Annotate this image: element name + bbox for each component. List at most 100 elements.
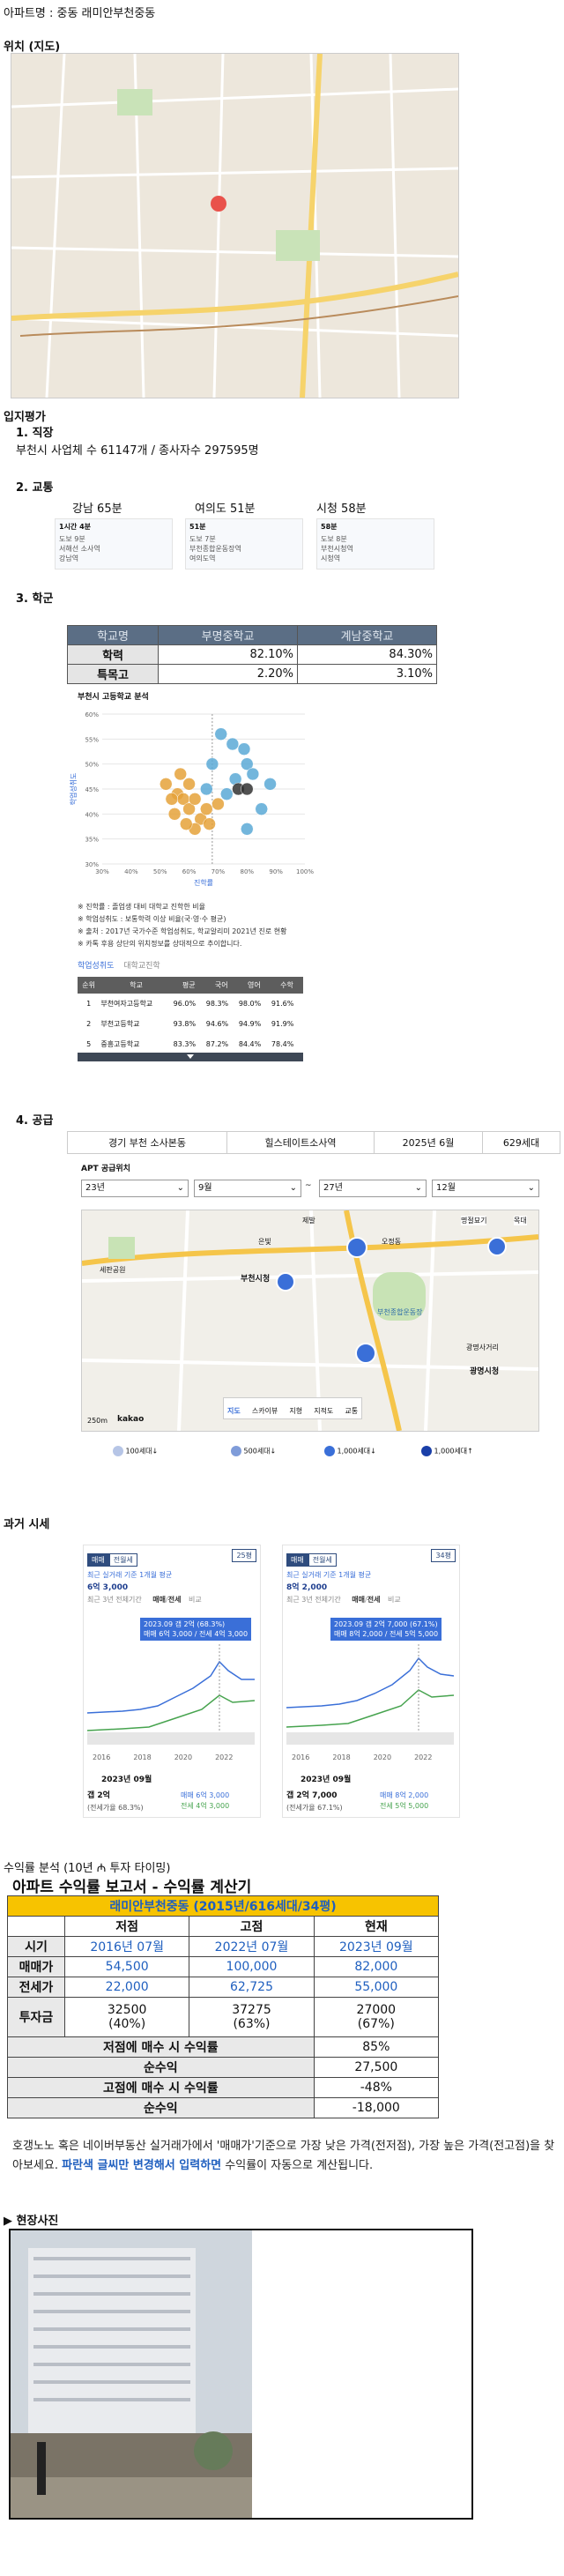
table-row: 2 부천고등학교 93.8% 94.6% 94.9% 91.9%	[86, 1020, 294, 1028]
traffic-heading: 2. 교통	[16, 481, 54, 495]
traffic-label-yeouido: 여의도 51분	[195, 503, 256, 516]
job-text: 부천시 사업체 수 61147개 / 종사자수 297595명	[16, 444, 259, 458]
scatter-point	[212, 797, 225, 811]
tab-cadastral[interactable]: 지적도	[314, 1407, 333, 1415]
y-tick-label: 30%	[85, 861, 99, 868]
supply-table: 경기 부천 소사본동 힐스테이트소사역 2025년 6월 629세대	[67, 1131, 561, 1154]
tab-achievement[interactable]: 학업성취도	[78, 962, 114, 971]
end-year-select[interactable]: 27년 ⌄	[319, 1180, 427, 1197]
pin-legend-icon	[231, 1446, 241, 1456]
x-tick-label: 60%	[182, 868, 197, 875]
price-tooltip: 2023.09 갭 2억 7,000 (67.1%) 매매 8억 2,000 /…	[330, 1618, 442, 1641]
price-value: 6억 3,000	[87, 1583, 129, 1592]
bottom-date[interactable]: 2023년 09월	[301, 1773, 351, 1784]
location-map[interactable]	[11, 53, 459, 398]
pin-icon[interactable]	[276, 1272, 295, 1292]
x-tick-label: 90%	[269, 868, 283, 875]
traffic-time: 1시간 4분	[59, 523, 91, 531]
tab-rent[interactable]: 전월세	[308, 1553, 337, 1567]
school-table-header: 학교명 부명중학교 계남중학교	[66, 625, 437, 645]
scatter-point	[241, 823, 254, 836]
pin-large-icon[interactable]	[346, 1237, 367, 1258]
chevron-down-icon: ⌄	[289, 1183, 297, 1193]
scatter-point	[200, 782, 213, 796]
y-tick-label: 35%	[85, 837, 99, 844]
return-heading: 수익률 분석 (10년 ₼ 투자 타이밍)	[4, 1862, 171, 1875]
pin-icon[interactable]	[487, 1237, 507, 1256]
table-row: 경기 부천 소사본동 힐스테이트소사역 2025년 6월 629세대	[67, 1131, 561, 1154]
tab-rent[interactable]: 전월세	[108, 1553, 137, 1567]
x-tick-label: 30%	[95, 868, 109, 875]
period-3y[interactable]: 최근 3년	[87, 1596, 114, 1604]
table-row: 학력 82.10% 84.30%	[66, 644, 437, 665]
start-month-select[interactable]: 9월 ⌄	[194, 1180, 301, 1197]
traffic-label-gangnam: 강남 65분	[72, 503, 122, 516]
tab-college[interactable]: 대학교진학	[123, 962, 160, 971]
period-3y[interactable]: 최근 3년	[286, 1596, 313, 1604]
highschool-table: 순위 학교 평균 국어 영어 수학 1 부천여자고등학교 96.0% 98.3%…	[78, 977, 303, 1054]
site-photo-frame	[9, 2229, 473, 2520]
size-select[interactable]: 34평	[431, 1549, 456, 1562]
scatter-point	[263, 778, 277, 791]
table-row: 순수익 -18,000	[7, 2097, 440, 2118]
school-heading: 3. 학군	[16, 592, 54, 606]
period-all[interactable]: 전체기간	[315, 1596, 340, 1604]
site-photo	[11, 2230, 252, 2518]
traffic-card-gangnam[interactable]: 1시간 4분 도보 9분 서해선 소사역 강남역	[55, 518, 173, 570]
return-description: 호갱노노 혹은 네이버부동산 실거래가에서 '매매가'기준으로 가장 낮은 가격…	[12, 2140, 555, 2172]
school-table: 학교명 부명중학교 계남중학교 학력 82.10% 84.30% 특목고 2.2…	[66, 625, 437, 684]
x-tick-label: 40%	[124, 868, 138, 875]
tab-map[interactable]: 지도	[227, 1407, 241, 1415]
table-row: 시기 2016년 07월 2022년 07월 2023년 09월	[7, 1936, 440, 1957]
y-tick-label: 45%	[85, 786, 99, 793]
pin-icon[interactable]	[355, 1343, 376, 1364]
photo-heading: ▶ 현장사진	[4, 2215, 59, 2228]
supply-heading: 4. 공급	[16, 1114, 54, 1128]
pin-legend-icon	[113, 1446, 123, 1456]
start-year-select[interactable]: 23년 ⌄	[81, 1180, 189, 1197]
traffic-card-yeouido[interactable]: 51분 도보 7분 부천종합운동장역 여의도역	[185, 518, 303, 570]
year-axis: 2016 2018 2020 2022	[292, 1753, 433, 1761]
tab-terrain[interactable]: 지형	[289, 1407, 302, 1415]
job-heading: 1. 직장	[16, 427, 54, 440]
location-eval-heading: 입지평가	[4, 411, 46, 424]
x-axis-label: 진학률	[194, 878, 213, 887]
tab-sale[interactable]: 매매	[87, 1553, 109, 1567]
chevron-down-icon: ⌄	[176, 1183, 184, 1193]
size-select[interactable]: 25평	[232, 1549, 256, 1562]
bottom-date[interactable]: 2023년 09월	[101, 1773, 152, 1784]
school-scatter-chart: 30% 35% 40% 45% 50% 55% 60% 30% 40% 50% 60% 70% 80% 9…	[69, 711, 314, 887]
report-title: 아파트 수익률 보고서 - 수익률 계산기	[12, 1879, 252, 1896]
traffic-label-cityhall: 시청 58분	[316, 503, 367, 516]
legend-500: 500세대↓	[231, 1446, 276, 1456]
y-tick-label: 60%	[85, 711, 99, 718]
chevron-down-icon	[187, 1054, 194, 1059]
chevron-down-icon: ⌄	[527, 1183, 535, 1193]
tab-skyview[interactable]: 스카이뷰	[252, 1407, 278, 1415]
y-tick-label: 55%	[85, 736, 99, 743]
price-card-34: 매매 전월세 34평 최근 실거래 기준 1개월 평균 8억 2,000 최근 3…	[282, 1545, 460, 1818]
x-tick-label: 50%	[153, 868, 167, 875]
tab-sale[interactable]: 매매	[286, 1553, 308, 1567]
range-tilde: ~	[305, 1181, 312, 1190]
scatter-point	[226, 737, 240, 751]
supply-map[interactable]: 명절묘기 목대 부천종합운동장 부천시청 광명사거리 세판공원 은빛 제발 광명…	[81, 1210, 539, 1432]
scatter-point	[214, 727, 227, 741]
tab-traffic[interactable]: 교통	[345, 1407, 358, 1415]
scatter-point	[205, 757, 219, 771]
chevron-down-icon: ⌄	[414, 1183, 422, 1193]
end-month-select[interactable]: 12월 ⌄	[432, 1180, 539, 1197]
scatter-point	[160, 778, 173, 791]
x-tick-label: 70%	[212, 868, 226, 875]
y-tick-label: 40%	[85, 811, 99, 818]
past-price-heading: 과거 시세	[4, 1518, 50, 1531]
period-all[interactable]: 전체기간	[115, 1596, 141, 1604]
school-chart-title: 부천시 고등학교 분석	[78, 693, 149, 702]
school-tabs: 학업성취도 대학교진학	[78, 959, 160, 971]
expand-bar[interactable]	[78, 1053, 303, 1061]
legend-1000-down: 1,000세대↓	[324, 1446, 376, 1456]
traffic-card-cityhall[interactable]: 58분 도보 8분 부천시청역 시청역	[316, 518, 434, 570]
scatter-point	[220, 787, 234, 800]
map-scale: 250m	[87, 1417, 108, 1425]
table-row: 고점에 매수 시 수익률 -48%	[7, 2077, 440, 2098]
